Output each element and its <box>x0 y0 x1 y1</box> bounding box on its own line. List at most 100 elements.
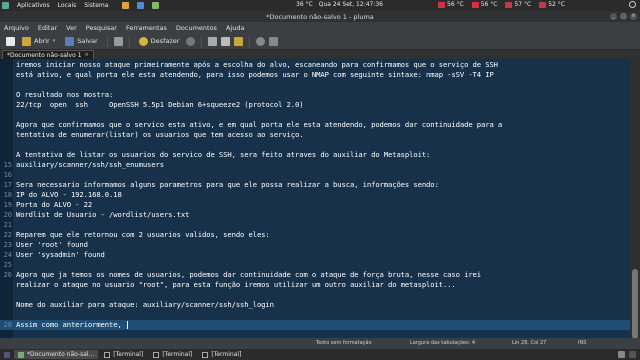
menu-ajuda[interactable]: Ajuda <box>226 24 244 32</box>
taskbar-item-terminal[interactable]: [Terminal] <box>198 350 245 359</box>
line-text: Porta do ALVO - 22 <box>16 200 93 209</box>
undo-button[interactable]: Desfazer <box>136 36 183 47</box>
editor-line[interactable]: 15 auxiliary/scanner/ssh/ssh_enumusers <box>0 160 630 170</box>
menu-ferramentas[interactable]: Ferramentas <box>126 24 167 32</box>
insert-mode: INS <box>578 340 587 346</box>
scrollbar-thumb[interactable] <box>632 269 638 339</box>
tab-document[interactable]: *Documento não-salvo 1 × <box>2 50 94 59</box>
toolbar: Abrir ▾ Salvar Desfazer <box>0 33 640 50</box>
save-button[interactable]: Salvar <box>62 36 100 47</box>
copy-icon[interactable] <box>221 36 231 46</box>
minimize-icon[interactable]: _ <box>610 13 617 20</box>
top-panel: Aplicativos Locais Sistema 36 °C Qua 24 … <box>0 0 640 11</box>
editor-line[interactable]: realizar o ataque no usuario "root", par… <box>0 280 630 290</box>
apps-icon[interactable] <box>2 2 9 9</box>
maximize-icon[interactable]: □ <box>620 13 627 20</box>
toolbar-separator <box>106 35 108 47</box>
editor-line[interactable]: 20 Wordlist de Usuario - /wordlist/users.… <box>0 210 630 220</box>
editor-app-icon <box>18 351 24 358</box>
toolbar-separator <box>128 35 130 47</box>
chevron-down-icon[interactable]: ▾ <box>53 38 56 44</box>
editor-line[interactable]: iremos iniciar nosso ataque primeirament… <box>0 60 630 70</box>
workspace-1[interactable] <box>618 351 625 358</box>
editor-line[interactable] <box>0 80 630 90</box>
browser-launcher-icon[interactable] <box>122 2 130 9</box>
terminal-icon <box>104 351 111 358</box>
menubar: Arquivo Editar Ver Pesquisar Ferramentas… <box>0 22 640 33</box>
editor-line[interactable]: A tentativa de listar os usuarios do ser… <box>0 150 630 160</box>
power-icon[interactable] <box>629 1 636 8</box>
open-button[interactable]: Abrir ▾ <box>19 36 58 47</box>
editor-line[interactable]: 17 Sera necessario informamos alguns para… <box>0 180 630 190</box>
tab-close-icon[interactable]: × <box>85 52 89 58</box>
line-text: auxiliary/scanner/ssh/ssh_enumusers <box>16 160 164 169</box>
paste-icon[interactable] <box>234 36 244 46</box>
editor-line[interactable]: 23 User 'root' found <box>0 240 630 250</box>
editor-line[interactable] <box>0 110 630 120</box>
taskbar-item-terminal[interactable]: [Terminal] <box>149 350 196 359</box>
text-editor[interactable]: iremos iniciar nosso ataque primeirament… <box>0 59 630 347</box>
new-document-icon[interactable] <box>6 36 15 46</box>
search-icon[interactable] <box>256 36 266 46</box>
line-text: IP do ALVO - 192.168.0.18 <box>16 190 122 199</box>
editor-line[interactable]: tentativa de enumerar(listar) os usuario… <box>0 130 630 140</box>
datetime[interactable]: Qua 24 Set, 12:47:36 <box>319 1 383 8</box>
editor-line[interactable]: Nome do auxiliar para ataque: auxiliary/… <box>0 300 630 310</box>
line-text: Agora que confirmamos que o servico esta… <box>16 120 503 129</box>
syntax-mode[interactable]: Texto sem formatação <box>316 340 372 346</box>
editor-line[interactable]: Agora que confirmamos que o servico esta… <box>0 120 630 130</box>
line-text: está ativo, e qual porta ele esta atende… <box>16 70 494 79</box>
print-icon[interactable] <box>113 36 123 46</box>
editor-line[interactable]: está ativo, e qual porta ele esta atende… <box>0 70 630 80</box>
thermometer-icon <box>438 1 445 8</box>
tab-width[interactable]: Largura das tabulações: 4 <box>410 340 475 346</box>
menu-sistema[interactable]: Sistema <box>84 2 108 9</box>
menu-documentos[interactable]: Documentos <box>176 24 217 32</box>
open-label: Abrir <box>34 37 50 45</box>
menu-editar[interactable]: Editar <box>38 24 57 32</box>
thermometer-icon <box>539 1 547 8</box>
editor-line[interactable]: O resultado nos mostra: <box>0 90 630 100</box>
menu-ver[interactable]: Ver <box>66 24 77 32</box>
thermometer-icon <box>471 1 479 8</box>
menu-arquivo[interactable]: Arquivo <box>4 24 29 32</box>
window-titlebar[interactable]: *Documento não-salvo 1 - pluma _ □ × <box>0 11 640 22</box>
replace-icon[interactable] <box>269 36 279 46</box>
line-text: User 'sysadmin' found <box>16 250 105 259</box>
editor-line[interactable] <box>0 290 630 300</box>
editor-line[interactable]: 25 <box>0 260 630 270</box>
redo-icon[interactable] <box>186 36 196 46</box>
save-icon <box>65 36 75 46</box>
line-text: 22/tcp open ssh OpenSSH 5.5p1 Debian 6+s… <box>16 100 304 109</box>
editor-line[interactable]: 18 IP do ALVO - 192.168.0.18 <box>0 190 630 200</box>
line-text: iremos iniciar nosso ataque primeirament… <box>16 60 498 69</box>
workspace-2[interactable] <box>629 351 636 358</box>
editor-line[interactable]: 28 Assim como anteriormente, <box>0 320 630 330</box>
taskbar-item-terminal[interactable]: [Terminal] <box>100 350 147 359</box>
mail-launcher-icon[interactable] <box>137 2 145 9</box>
editor-line[interactable] <box>0 310 630 320</box>
taskbar-item-editor[interactable]: *Documento não-sal... <box>14 350 99 359</box>
editor-line[interactable]: 22 Reparem que ele retornou com 2 usuario… <box>0 230 630 240</box>
thermometer-icon <box>505 1 513 8</box>
editor-line[interactable]: 22/tcp open ssh OpenSSH 5.5p1 Debian 6+s… <box>0 100 630 110</box>
editor-line[interactable]: 19 Porta do ALVO - 22 <box>0 200 630 210</box>
menu-pesquisar[interactable]: Pesquisar <box>86 24 117 32</box>
editor-line[interactable] <box>0 140 630 150</box>
close-icon[interactable]: × <box>630 13 637 20</box>
vertical-scrollbar[interactable] <box>630 59 640 347</box>
menu-aplicativos[interactable]: Aplicativos <box>17 2 50 9</box>
editor-line[interactable]: 24 User 'sysadmin' found <box>0 250 630 260</box>
editor-line[interactable]: 26 Agora que ja temos os nomes de usuario… <box>0 270 630 280</box>
line-number: 24 <box>3 251 12 259</box>
editor-line[interactable]: 21 <box>0 220 630 230</box>
bottom-panel: *Documento não-sal... [Terminal] [Termin… <box>0 349 640 360</box>
temp-sensor-4: 52 °C <box>539 1 565 8</box>
line-number: 20 <box>3 211 12 219</box>
cut-icon[interactable] <box>208 36 218 46</box>
terminal-launcher-icon[interactable] <box>152 2 160 9</box>
editor-line[interactable]: 16 <box>0 170 630 180</box>
text-cursor <box>127 321 128 329</box>
show-desktop-icon[interactable] <box>2 350 12 359</box>
menu-locais[interactable]: Locais <box>58 2 77 9</box>
